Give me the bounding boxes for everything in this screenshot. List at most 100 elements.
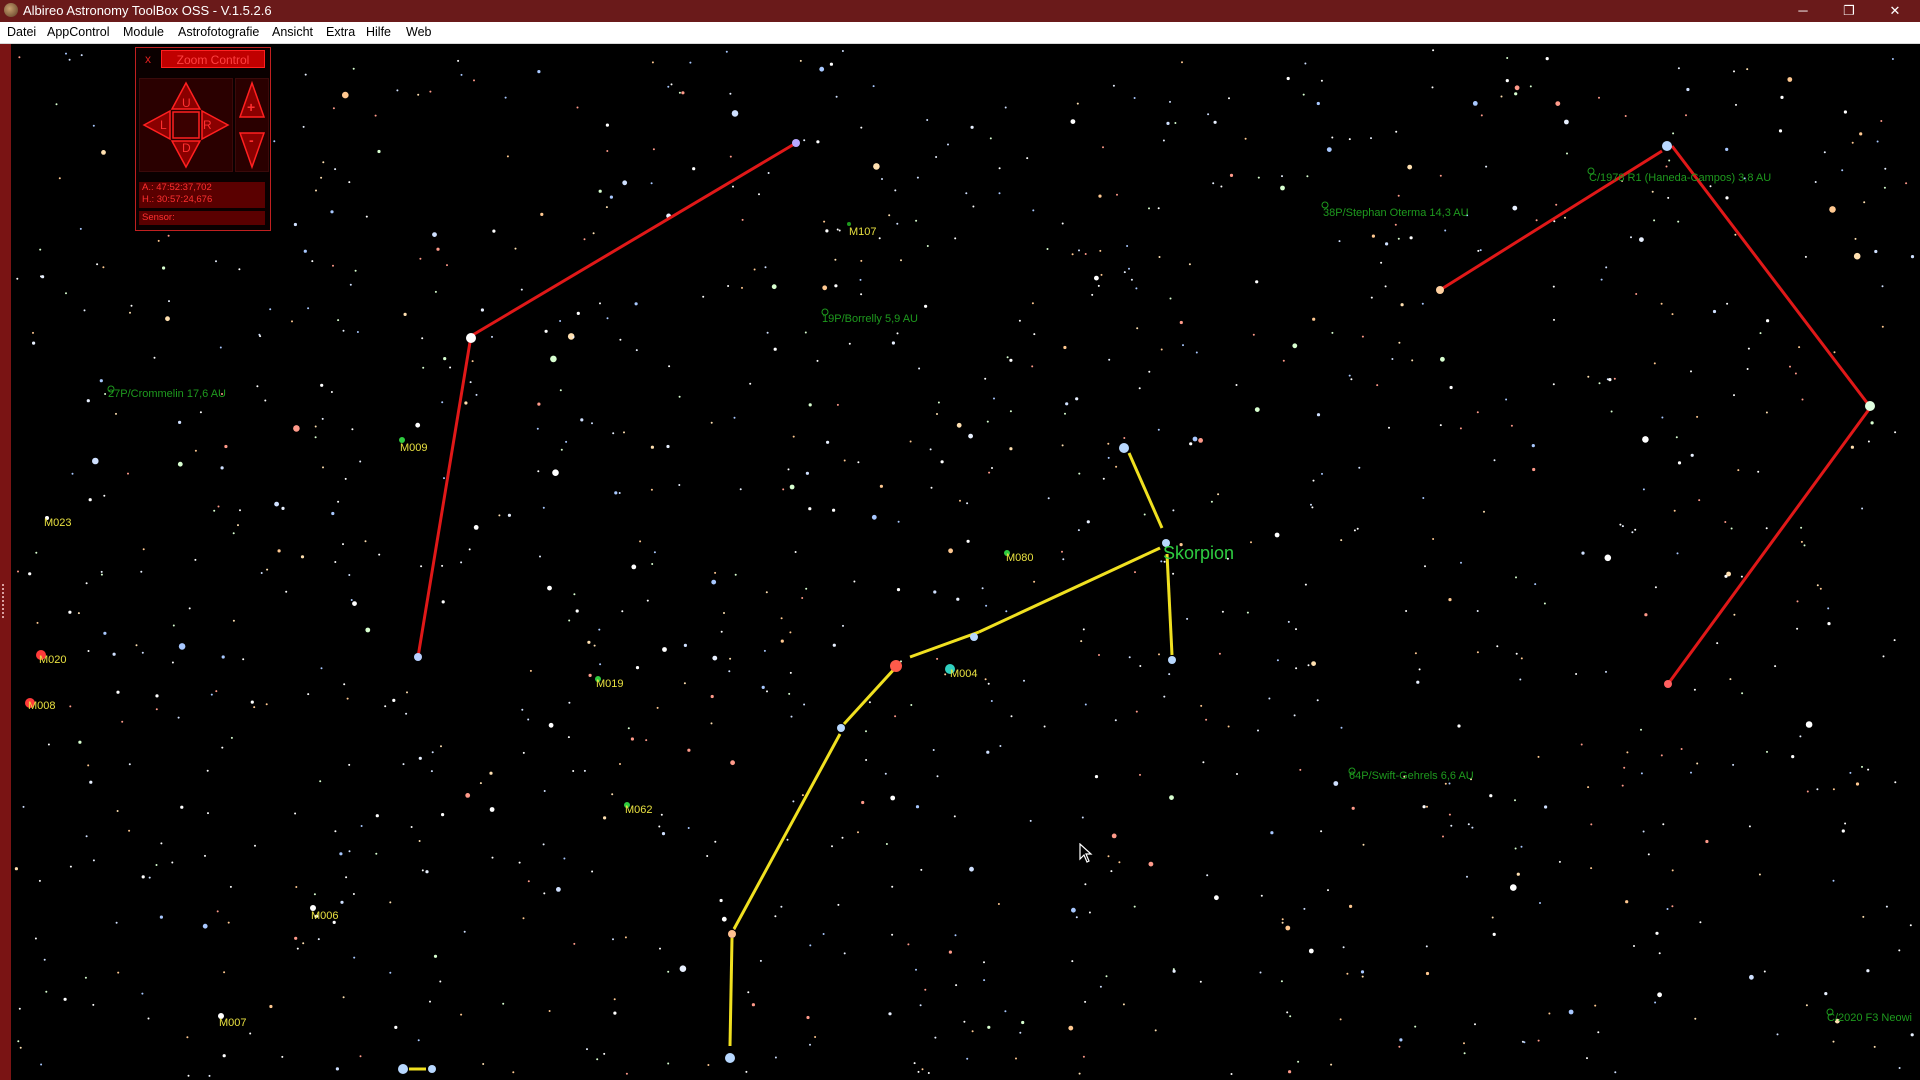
background-star <box>68 58 71 61</box>
menu-extra[interactable]: Extra <box>326 25 355 39</box>
label-m020[interactable]: M020 <box>39 654 67 666</box>
background-star <box>332 264 334 267</box>
background-star <box>431 751 434 754</box>
background-star <box>1122 1003 1125 1006</box>
background-star <box>1801 398 1804 401</box>
menu-astrofotografie[interactable]: Astrofotografie <box>178 25 259 39</box>
label-comet-crommelin[interactable]: 27P/Crommelin 17,6 AU <box>108 388 226 400</box>
label-comet-haneda-campos[interactable]: C/1978 R1 (Haneda-Campos) 3,8 AU <box>1589 172 1771 184</box>
background-star <box>1210 500 1213 503</box>
label-m062[interactable]: M062 <box>625 804 653 816</box>
menu-web[interactable]: Web <box>406 25 431 39</box>
sky-chart[interactable]: M107 M009 M023 M020 M008 M080 M004 M019 … <box>12 46 1920 1080</box>
background-star <box>1320 79 1323 82</box>
background-star <box>1867 768 1870 771</box>
center-icon[interactable] <box>172 111 200 139</box>
direction-pad[interactable]: U D L R <box>139 78 233 172</box>
minimize-button[interactable]: ─ <box>1780 0 1826 22</box>
background-star <box>1843 110 1847 114</box>
background-star <box>237 524 239 527</box>
background-star <box>1118 861 1121 864</box>
background-star <box>868 701 871 704</box>
background-star <box>1531 444 1535 448</box>
background-star <box>832 508 836 512</box>
background-star <box>215 260 217 263</box>
background-star <box>304 73 307 76</box>
menu-ansicht[interactable]: Ansicht <box>272 25 313 39</box>
label-m019[interactable]: M019 <box>596 678 624 690</box>
label-m080[interactable]: M080 <box>1006 552 1034 564</box>
label-m006[interactable]: M006 <box>311 910 339 922</box>
background-star <box>1514 799 1516 802</box>
background-star <box>1555 203 1558 206</box>
background-star <box>1297 1060 1300 1063</box>
background-star <box>1894 781 1897 784</box>
label-m023[interactable]: M023 <box>44 517 72 529</box>
label-comet-stephan-oterma[interactable]: 38P/Stephan Oterma 14,3 AU <box>1323 207 1469 219</box>
background-star <box>89 780 93 784</box>
background-star <box>1348 138 1351 141</box>
background-star <box>1893 639 1896 642</box>
background-star <box>359 460 362 463</box>
background-star <box>1082 628 1085 631</box>
background-star <box>342 91 349 99</box>
menu-module[interactable]: Module <box>123 25 164 39</box>
splitter-grip-icon[interactable] <box>2 584 8 618</box>
background-star <box>1644 613 1648 617</box>
background-star <box>1733 394 1735 397</box>
background-star <box>337 500 340 503</box>
background-star <box>568 619 571 622</box>
background-star <box>1195 351 1198 354</box>
background-star <box>1257 176 1260 179</box>
background-star <box>826 440 830 444</box>
background-star <box>1657 992 1662 998</box>
background-star <box>1732 763 1735 766</box>
background-star <box>542 506 545 509</box>
background-star <box>1326 147 1332 152</box>
background-star <box>1405 610 1408 612</box>
label-m009[interactable]: M009 <box>400 442 428 454</box>
restore-button[interactable]: ❐ <box>1826 0 1872 22</box>
constellation-label-skorpion[interactable]: Skorpion <box>1163 543 1234 563</box>
background-star <box>668 365 671 368</box>
background-star <box>540 212 544 216</box>
background-star <box>1605 266 1608 269</box>
menu-datei[interactable]: Datei <box>7 25 36 39</box>
menu-appcontrol[interactable]: AppControl <box>47 25 110 39</box>
label-m107[interactable]: M107 <box>849 226 877 238</box>
label-m008[interactable]: M008 <box>28 700 56 712</box>
background-star <box>763 649 766 652</box>
background-star <box>339 852 343 856</box>
background-star <box>71 472 74 475</box>
label-comet-swift-gehrels[interactable]: 64P/Swift-Gehrels 6,6 AU <box>1349 770 1474 782</box>
label-comet-borrelly[interactable]: 19P/Borrelly 5,9 AU <box>822 313 918 325</box>
background-star <box>1552 285 1555 288</box>
background-star <box>1424 565 1426 568</box>
background-star <box>857 831 859 834</box>
background-star <box>389 901 392 904</box>
zoom-panel-close-button[interactable]: x <box>138 50 158 68</box>
background-star <box>896 588 901 592</box>
background-star <box>881 178 883 180</box>
background-star <box>1798 346 1801 349</box>
background-star <box>1094 275 1099 281</box>
background-star <box>1384 285 1387 288</box>
background-star <box>987 682 990 685</box>
background-star <box>1883 186 1886 189</box>
label-comet-neowise[interactable]: C/2020 F3 Neowi <box>1827 1012 1912 1024</box>
background-star <box>527 880 530 883</box>
menu-hilfe[interactable]: Hilfe <box>366 25 391 39</box>
close-button[interactable]: ✕ <box>1872 0 1918 22</box>
background-star <box>311 260 314 263</box>
background-star <box>843 952 846 955</box>
sky-canvas[interactable]: M107 M009 M023 M020 M008 M080 M004 M019 … <box>12 46 1920 1080</box>
background-star <box>1552 383 1555 386</box>
background-star <box>1635 293 1638 295</box>
label-m007[interactable]: M007 <box>219 1017 247 1029</box>
background-star <box>18 56 21 59</box>
background-star <box>186 1036 189 1039</box>
background-star <box>1188 263 1191 266</box>
label-m004[interactable]: M004 <box>950 668 978 680</box>
background-star <box>789 484 795 490</box>
background-star <box>433 954 438 958</box>
